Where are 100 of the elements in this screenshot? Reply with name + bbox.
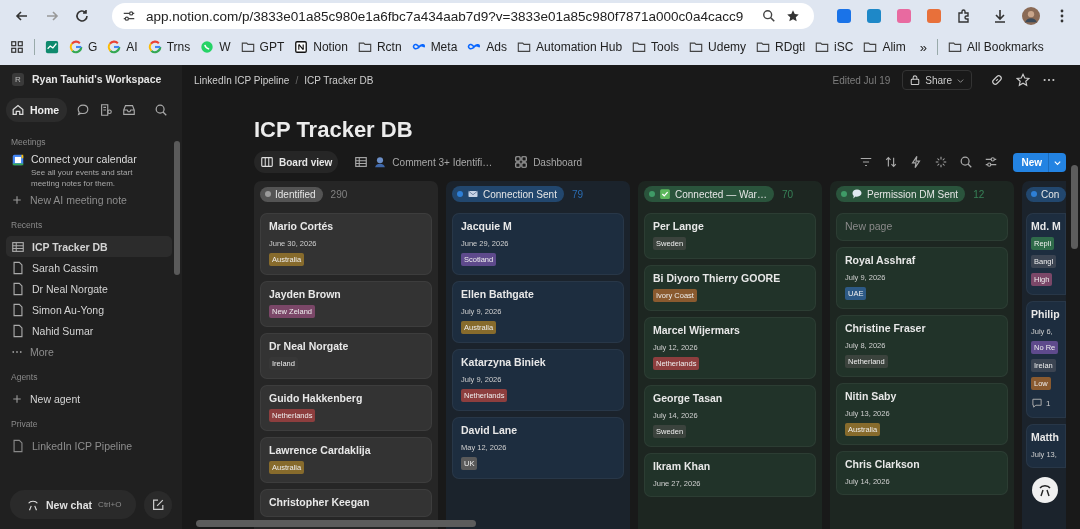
bookmark[interactable]: G — [69, 40, 98, 54]
notes-icon[interactable] — [99, 103, 114, 117]
new-meeting-note[interactable]: New AI meeting note — [6, 189, 172, 211]
bookmark-icon[interactable] — [45, 40, 59, 54]
scrollbar[interactable] — [174, 141, 180, 275]
inbox-icon[interactable] — [122, 103, 137, 117]
avatar[interactable] — [1022, 7, 1040, 25]
card-placeholder: New page — [845, 220, 893, 233]
workspace-avatar[interactable]: R — [12, 72, 24, 86]
view-tab[interactable]: Dashboard — [508, 151, 589, 174]
more-link[interactable]: More — [6, 341, 172, 363]
settings-icon[interactable] — [984, 155, 999, 170]
column-count: 12 — [973, 188, 985, 200]
folder-icon — [756, 40, 771, 54]
sidebar-item[interactable]: Nahid Sumar — [6, 320, 172, 342]
bookmark[interactable]: Notion — [294, 40, 348, 54]
sidebar-item[interactable]: Dr Neal Norgate — [6, 278, 172, 300]
page-icon — [11, 323, 25, 338]
status-pill[interactable]: Connected — War… — [644, 186, 774, 203]
status-pill[interactable]: Identified — [260, 186, 323, 202]
bookmark[interactable]: W — [200, 40, 231, 54]
card-title: Mario Cortés — [269, 220, 334, 233]
status-pill[interactable]: Permission DM Sent — [836, 186, 966, 203]
section-heading: Agents — [11, 372, 39, 383]
column-count: 79 — [571, 188, 584, 200]
extension-icon[interactable] — [836, 8, 852, 24]
chat-icon[interactable] — [76, 103, 91, 117]
compose-icon — [151, 497, 165, 512]
site-settings-icon[interactable] — [122, 9, 136, 23]
breadcrumb[interactable]: LinkedIn ICP Pipeline — [194, 74, 290, 86]
board-card[interactable]: New page — [836, 213, 1008, 242]
card-title: Per Lange — [653, 220, 704, 233]
bookmark[interactable]: AI — [107, 40, 138, 54]
compose-button[interactable] — [144, 490, 172, 519]
bookmark[interactable]: iSC — [815, 40, 854, 54]
new-chat-button[interactable]: New chat Ctrl+O — [10, 490, 136, 519]
bookmark[interactable]: RDgtl — [756, 40, 806, 54]
card-title: Nitin Saby — [845, 390, 897, 403]
sort-icon[interactable] — [884, 155, 899, 170]
sidebar-item[interactable]: ICP Tracker DB — [6, 236, 172, 258]
bookmark[interactable]: GPT — [240, 40, 285, 54]
download-icon[interactable] — [992, 8, 1008, 24]
folder-icon — [863, 40, 878, 54]
extensions-icon[interactable] — [956, 8, 972, 24]
column-title: Identified — [275, 188, 316, 200]
sidebar-item[interactable]: LinkedIn ICP Pipeline — [6, 435, 172, 457]
page-icon — [11, 281, 25, 296]
bookmark[interactable]: Rctn — [357, 40, 402, 54]
view-tab[interactable]: Board view — [254, 151, 339, 174]
plus-icon — [11, 392, 23, 405]
scrollbar[interactable] — [196, 520, 476, 527]
star-icon[interactable] — [786, 9, 800, 23]
folder-icon — [240, 40, 255, 54]
bookmark[interactable]: Trns — [147, 40, 191, 54]
new-agent[interactable]: New agent — [6, 388, 172, 410]
card-title: Katarzyna Biniek — [461, 356, 546, 369]
home-icon — [11, 103, 25, 117]
share-button[interactable]: Share — [902, 70, 972, 90]
bookmark[interactable]: Ads — [467, 40, 507, 54]
sparkle-icon[interactable] — [934, 155, 949, 170]
view-tab[interactable]: Comment 3+ Identifi… — [348, 151, 499, 174]
link-icon[interactable] — [990, 73, 1004, 87]
breadcrumb[interactable]: ICP Tracker DB — [304, 74, 374, 86]
reload-icon[interactable] — [74, 8, 90, 24]
card-title: Marcel Wijermars — [653, 324, 740, 337]
bookmark[interactable]: Alim — [863, 40, 906, 54]
search-icon[interactable] — [959, 155, 974, 170]
card-title: Christine Fraser — [845, 322, 926, 335]
bookmark[interactable]: Udemy — [689, 40, 747, 54]
person-icon — [373, 155, 388, 170]
status-pill[interactable]: Con — [1026, 186, 1067, 202]
dashboard-icon — [514, 155, 529, 170]
calendar-icon — [11, 153, 25, 167]
search-icon[interactable] — [154, 103, 168, 117]
star-icon[interactable] — [1016, 73, 1030, 87]
home-tab[interactable]: Home — [6, 98, 68, 122]
more-bookmarks[interactable]: » — [919, 39, 928, 55]
bookmark[interactable]: Automation Hub — [517, 40, 623, 54]
status-pill[interactable]: Connection Sent — [452, 186, 564, 203]
comment-icon — [1031, 397, 1043, 410]
bookmark[interactable]: Tools — [632, 40, 680, 54]
page-title: ICP Tracker DB — [254, 117, 414, 144]
card-title: Jacquie M — [461, 220, 512, 233]
sidebar-item[interactable]: Simon Au-Yong — [6, 299, 172, 321]
apps-icon[interactable] — [10, 40, 24, 54]
bookmark[interactable]: Meta — [411, 40, 458, 54]
folder-icon — [517, 40, 531, 54]
calendar-title[interactable]: Connect your calendar — [31, 153, 141, 165]
lock-icon — [909, 74, 922, 86]
chart-icon — [45, 40, 59, 54]
sidebar-item[interactable]: Sarah Cassim — [6, 257, 172, 279]
scrollbar[interactable] — [1071, 165, 1078, 249]
workspace-name[interactable]: Ryan Tauhid's Workspace — [32, 73, 162, 85]
column-title: Permission DM Sent — [867, 188, 959, 200]
extension-icon[interactable] — [866, 8, 882, 24]
zoom-icon[interactable] — [762, 9, 776, 23]
board-card[interactable]: Christopher Keegan — [260, 489, 432, 518]
address-bar[interactable]: app.notion.com/p/3833e01a85c980e1a6fbc7a434aab7d9?v=3833e01a85c980f7871a000c0a4cacc9 — [112, 3, 814, 29]
bookmark[interactable]: All Bookmarks — [948, 40, 1044, 54]
lightning-icon[interactable] — [909, 155, 924, 170]
